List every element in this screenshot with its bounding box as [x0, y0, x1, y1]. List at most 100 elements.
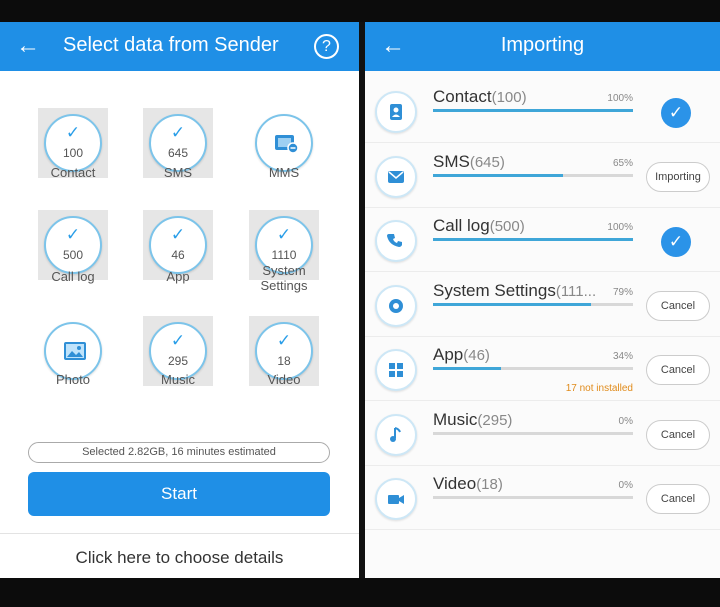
cancel-button[interactable]: Cancel [646, 355, 710, 385]
progress-bar [433, 431, 633, 435]
progress-percent: 79% [612, 286, 633, 298]
right-app-bar: ← Importing [365, 22, 720, 71]
item-label: Video [433, 474, 477, 493]
item-count: 18 [277, 354, 291, 368]
item-label: App [433, 345, 464, 364]
start-button[interactable]: Start [28, 472, 330, 516]
progress-bar [433, 238, 633, 241]
importing-screen: ← Importing Contact(100) 100% ✓ SMS(645) 65%… [365, 22, 720, 578]
item-count: (18) [476, 476, 503, 493]
selection-summary: Selected 2.82GB, 16 minutes estimated [28, 442, 330, 463]
import-item-name: App(46) [433, 345, 490, 365]
left-app-bar: ← Select data from Sender ? [0, 22, 359, 71]
item-count: (295) [477, 411, 513, 429]
choose-details-link[interactable]: Click here to choose details [0, 548, 359, 568]
item-count: (46) [463, 347, 490, 364]
data-tile-label: System Settings [260, 263, 308, 293]
help-icon[interactable]: ? [314, 34, 339, 59]
import-row-contact: Contact(100) 100% ✓ [365, 79, 720, 143]
progress-percent: 100% [607, 93, 633, 104]
progress-bar [433, 496, 633, 499]
checkmark-icon: ✓ [276, 225, 292, 244]
data-circle: ✓ 500 [44, 216, 102, 274]
progress-percent: 0% [618, 415, 633, 427]
phone-icon [375, 220, 417, 262]
music-icon [375, 413, 417, 456]
sms-icon [375, 155, 417, 198]
item-count: (500) [489, 218, 525, 235]
page-title: Select data from Sender [63, 34, 279, 56]
data-tile-label: Call log [51, 269, 95, 284]
data-tile-label: SMS [163, 165, 193, 180]
import-item-name: Video(18) [433, 474, 503, 494]
gear-icon [375, 284, 417, 327]
import-row-system-settings: System Settings(111... 79% Cancel [365, 273, 720, 337]
import-item-name: System Settings(111... [433, 281, 596, 301]
progress-fill [433, 302, 591, 306]
cancel-button[interactable]: Cancel [646, 419, 710, 450]
import-row-video: Video(18) 0% Cancel [365, 466, 720, 530]
top-black-bar [0, 0, 720, 22]
import-row-call-log: Call log(500) 100% ✓ [365, 208, 720, 272]
import-item-name: Call log(500) [433, 216, 525, 236]
import-item-name: SMS(645) [433, 152, 505, 172]
completed-check-icon: ✓ [661, 98, 691, 128]
import-row-music: Music(295) 0% Cancel [365, 402, 720, 466]
progress-fill [433, 109, 633, 112]
divider [0, 533, 359, 534]
item-count: (645) [469, 153, 505, 171]
data-tile-label: Photo [56, 372, 90, 387]
back-arrow-icon[interactable]: ← [16, 32, 42, 60]
data-circle: ✓ 645 [149, 114, 207, 172]
progress-fill [433, 173, 563, 177]
item-count: 645 [167, 146, 189, 160]
checkmark-icon: ✓ [170, 331, 186, 350]
item-count: (111... [555, 282, 597, 300]
item-count: 500 [62, 248, 84, 262]
apps-icon [375, 349, 417, 391]
progress-bar [433, 173, 633, 177]
checkmark-icon: ✓ [276, 331, 292, 350]
contact-icon [375, 91, 417, 133]
data-tile-label: App [166, 269, 190, 284]
checkmark-icon: ✓ [65, 123, 81, 142]
cancel-button[interactable]: Cancel [646, 484, 710, 514]
data-circle: ✓ 46 [149, 216, 207, 274]
progress-percent: 65% [612, 157, 633, 169]
progress-fill [433, 238, 633, 241]
data-tile-label: Video [267, 372, 301, 387]
import-item-name: Music(295) [433, 410, 512, 430]
checkmark-icon: ✓ [170, 123, 186, 142]
progress-percent: 100% [607, 222, 633, 233]
import-item-name: Contact(100) [433, 87, 527, 107]
importing-status-button[interactable]: Importing [646, 161, 710, 192]
import-row-sms: SMS(645) 65% Importing [365, 144, 720, 208]
import-row-app: App(46) 34% 17 not installed Cancel [365, 337, 720, 401]
progress-bar [433, 367, 633, 370]
data-circle: ✓ 100 [44, 114, 102, 172]
item-label: SMS [433, 151, 470, 171]
item-label: System Settings [433, 280, 556, 300]
data-tile-label: Contact [50, 165, 96, 180]
item-count: 100 [62, 146, 84, 160]
data-tile-label: Music [161, 372, 195, 387]
item-label: Contact [433, 87, 492, 106]
item-label: Music [433, 409, 478, 429]
not-installed-note: 17 not installed [565, 383, 633, 394]
cancel-button[interactable]: Cancel [646, 290, 710, 321]
progress-bar [433, 302, 633, 306]
page-title: Importing [500, 34, 585, 56]
data-tile-label: MMS [268, 165, 300, 180]
checkmark-icon: ✓ [170, 225, 186, 244]
row-divider [365, 529, 720, 530]
completed-check-icon: ✓ [661, 227, 691, 257]
select-data-screen: ← Select data from Sender ? ✓ 100 Contact ✓… [0, 22, 359, 578]
item-count: 46 [171, 248, 185, 262]
progress-percent: 0% [618, 480, 633, 491]
item-label: Call log [433, 216, 490, 235]
data-circle [255, 114, 313, 172]
progress-fill [433, 367, 501, 370]
bottom-black-bar [0, 578, 720, 607]
item-count: 295 [167, 354, 189, 368]
photo-icon [63, 341, 87, 361]
